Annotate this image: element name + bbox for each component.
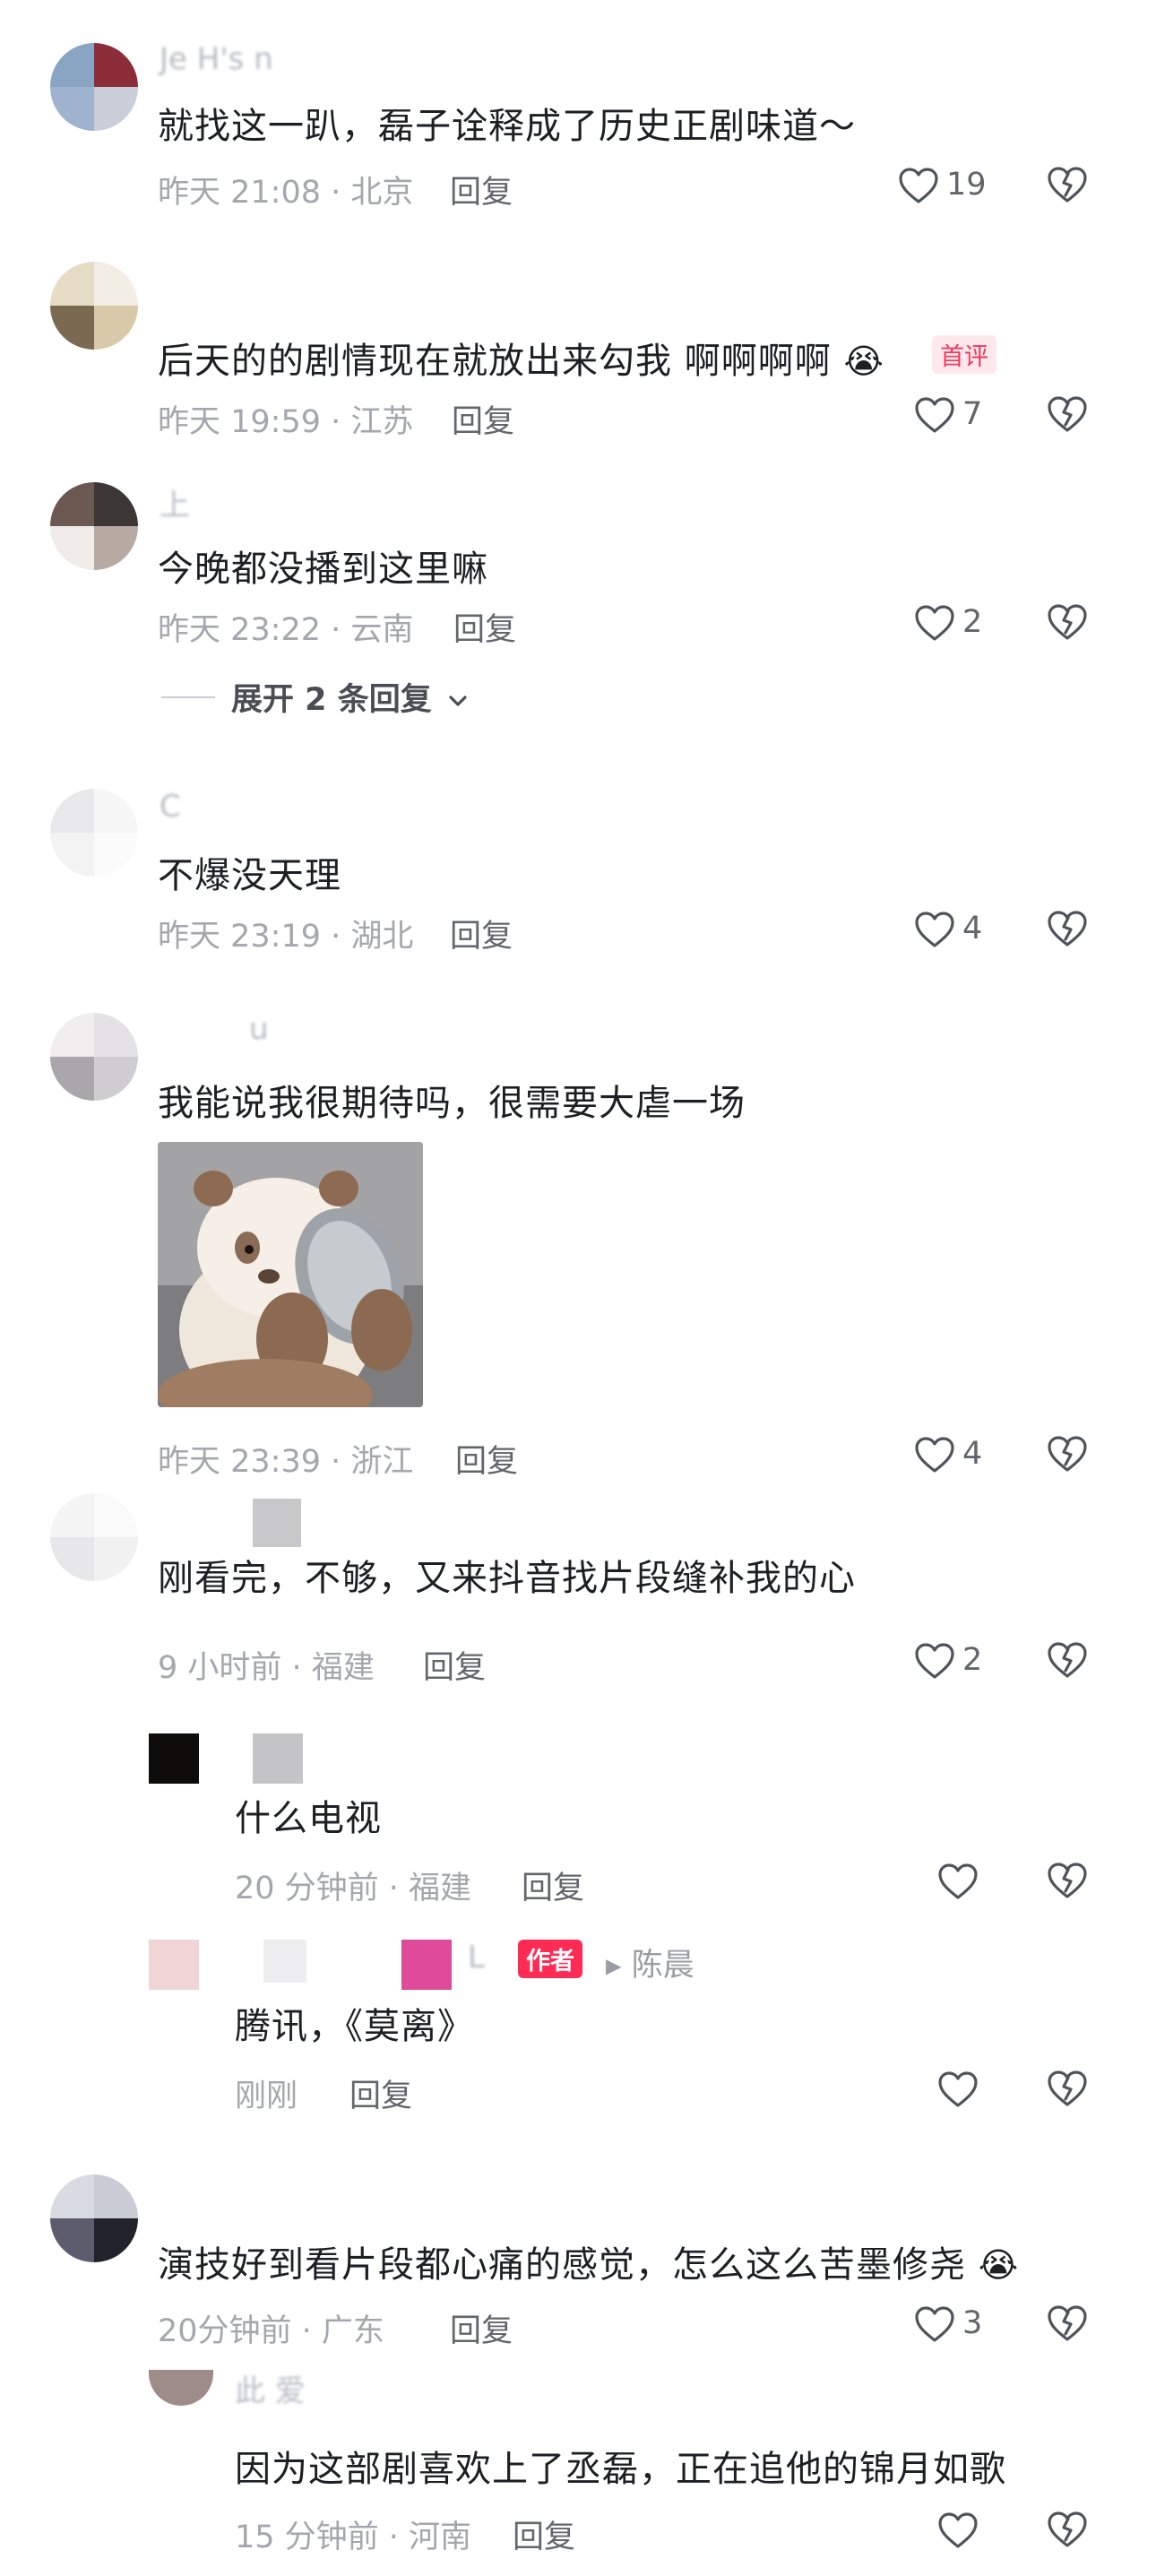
expand-replies-label: 展开 2 条回复 <box>231 682 432 718</box>
avatar[interactable] <box>50 2174 138 2262</box>
comment-meta: 昨天 19:59 · 江苏 <box>158 404 414 440</box>
reply-button[interactable]: 回复 <box>513 2511 575 2557</box>
comment-text: 我能说我很期待吗，很需要大虐一场 <box>158 1083 746 1124</box>
broken-heart-icon[interactable] <box>1047 909 1088 948</box>
comment-text-body: 演技好到看片段都心痛的感觉，怎么这么苦墨修尧 <box>158 2244 966 2286</box>
reply-button[interactable]: 回复 <box>450 167 513 212</box>
heart-icon[interactable] <box>914 604 955 642</box>
expand-divider <box>161 696 215 698</box>
chevron-down-icon <box>449 696 467 706</box>
reply-button[interactable]: 回复 <box>423 1642 486 1688</box>
avatar[interactable] <box>50 482 138 570</box>
comment-text: 刚看完，不够，又来抖音找片段缝补我的心 <box>158 1558 856 1599</box>
reply-button[interactable]: 回复 <box>349 2070 412 2116</box>
broken-heart-icon[interactable] <box>1047 2510 1088 2549</box>
reply-meta: 15 分钟前 · 河南 <box>235 2520 472 2555</box>
comment-author-name[interactable]: Je H's n <box>160 41 273 77</box>
avatar[interactable] <box>50 1493 138 1581</box>
expand-replies-button[interactable]: 展开 2 条回复 <box>231 674 470 720</box>
comment-text: 后天的的剧情现在就放出来勾我 啊啊啊啊 😭 <box>158 332 884 384</box>
heart-icon[interactable] <box>914 396 955 434</box>
heart-icon[interactable] <box>914 2305 955 2343</box>
reply-button[interactable]: 回复 <box>452 396 514 442</box>
broken-heart-icon[interactable] <box>1047 394 1088 434</box>
broken-heart-icon[interactable] <box>1047 1640 1088 1680</box>
panda-illustration <box>158 1142 423 1407</box>
broken-heart-icon[interactable] <box>1047 1434 1088 1474</box>
broken-heart-icon[interactable] <box>1047 165 1088 204</box>
broken-heart-icon[interactable] <box>1047 602 1088 642</box>
reply-button[interactable]: 回复 <box>450 2305 513 2351</box>
reply-author-name[interactable]: 此 爱 <box>235 2366 306 2410</box>
reply-text: 腾讯，《莫离》 <box>235 2006 474 2047</box>
like-count: 3 <box>962 2305 983 2341</box>
reply-author-blur <box>263 1940 306 1983</box>
author-badge: 作者 <box>518 1940 582 1978</box>
reply-meta: 刚刚 <box>235 2079 298 2114</box>
heart-icon[interactable] <box>937 2070 979 2108</box>
comment-meta: 昨天 23:22 · 云南 <box>158 612 414 648</box>
broken-heart-icon[interactable] <box>1047 2069 1088 2108</box>
reply-meta: 20 分钟前 · 福建 <box>235 1871 472 1906</box>
reply-author-blur <box>253 1733 303 1784</box>
comment-author-name[interactable]: u <box>249 1011 269 1047</box>
reply-text: 因为这部剧喜欢上了丞磊，正在追他的锦月如歌 <box>235 2449 1006 2490</box>
like-count: 2 <box>962 604 983 640</box>
heart-icon[interactable] <box>898 167 939 204</box>
reply-to-target[interactable]: ▸ 陈晨 <box>606 1940 694 1985</box>
comment-meta: 昨天 21:08 · 北京 <box>158 175 414 211</box>
crying-emoji-icon: 😭 <box>843 341 884 381</box>
like-count: 2 <box>962 1642 983 1678</box>
reply-button[interactable]: 回复 <box>455 1436 518 1482</box>
reply-button[interactable]: 回复 <box>450 911 513 956</box>
reply-avatar[interactable] <box>149 1733 199 1784</box>
first-comment-badge: 首评 <box>932 335 996 374</box>
reply-author-name[interactable]: L <box>468 1940 485 1975</box>
avatar[interactable] <box>50 43 138 131</box>
comment-meta: 9 小时前 · 福建 <box>158 1650 375 1686</box>
avatar[interactable] <box>50 789 138 877</box>
author-avatar-blur <box>253 1499 301 1547</box>
comment-meta: 昨天 23:39 · 浙江 <box>158 1444 414 1480</box>
reply-text: 什么电视 <box>235 1798 382 1839</box>
reply-button[interactable]: 回复 <box>522 1863 584 1908</box>
broken-heart-icon[interactable] <box>1047 2304 1088 2343</box>
broken-heart-icon[interactable] <box>1047 1861 1088 1900</box>
like-count: 4 <box>962 1436 983 1472</box>
like-count: 4 <box>962 911 983 947</box>
heart-icon[interactable] <box>914 911 955 948</box>
heart-icon[interactable] <box>937 2511 979 2549</box>
comment-text: 今晚都没播到这里嘛 <box>158 549 488 590</box>
avatar[interactable] <box>50 262 138 350</box>
like-count: 7 <box>962 396 983 432</box>
crying-emoji-icon: 😭 <box>978 2245 1020 2285</box>
comment-text: 演技好到看片段都心痛的感觉，怎么这么苦墨修尧 😭 <box>158 2235 1019 2287</box>
comment-text: 就找这一趴，磊子诠释成了历史正剧味道～ <box>158 106 856 147</box>
comment-author-name[interactable]: C <box>160 789 181 825</box>
comment-author-name[interactable]: 上 <box>160 480 190 524</box>
comment-text: 不爆没天理 <box>158 855 341 896</box>
panda-sticker-image[interactable] <box>158 1142 423 1407</box>
comment-meta: 20分钟前 · 广东 <box>158 2313 384 2349</box>
reply-author-blur <box>401 1940 452 1990</box>
avatar[interactable] <box>50 1013 138 1101</box>
comment-meta: 昨天 23:19 · 湖北 <box>158 919 414 955</box>
reply-button[interactable]: 回复 <box>453 604 516 650</box>
like-count: 19 <box>946 167 987 203</box>
comment-text-body: 后天的的剧情现在就放出来勾我 啊啊啊啊 <box>158 341 832 382</box>
reply-avatar[interactable] <box>149 2370 213 2406</box>
heart-icon[interactable] <box>937 1863 979 1900</box>
heart-icon[interactable] <box>914 1436 955 1474</box>
heart-icon[interactable] <box>914 1642 955 1680</box>
reply-avatar[interactable] <box>149 1940 199 1990</box>
